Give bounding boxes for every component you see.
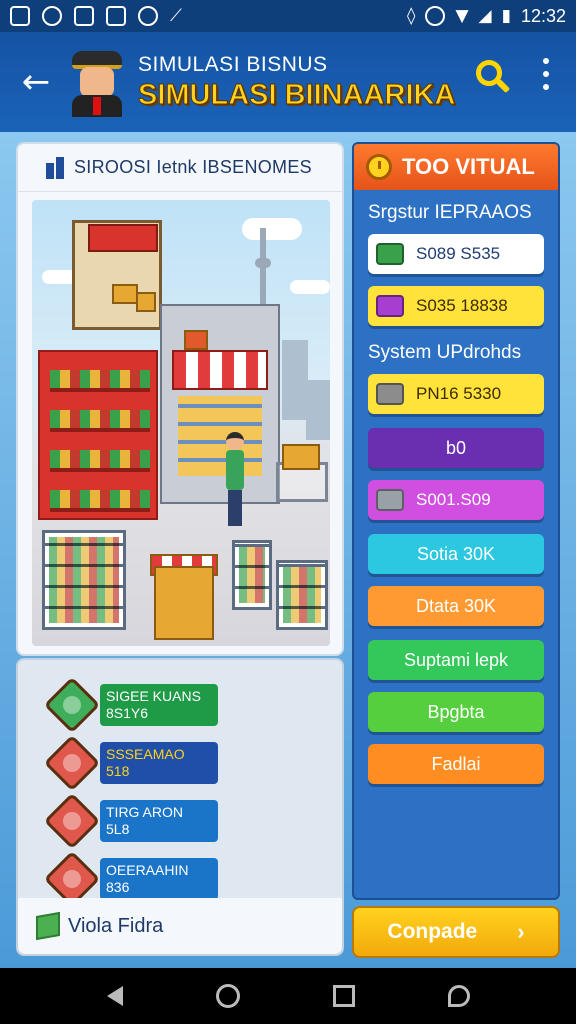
stat-item[interactable]: OEERAAHIN 836 bbox=[43, 850, 218, 908]
crate-icon bbox=[376, 383, 404, 405]
search-button[interactable] bbox=[468, 52, 510, 94]
scene-title: SIROOSI Ietnk IBSENOMES bbox=[74, 157, 312, 177]
status-bar: ⟋ ◊ ▼ ◢ ▮ 12:32 bbox=[0, 0, 576, 32]
stat-label: SIGEE KUANS 8S1Y6 bbox=[100, 684, 218, 726]
image-icon bbox=[106, 6, 126, 26]
upgrade-button-4[interactable]: Sotia 30K bbox=[368, 534, 544, 574]
upgrade-button-5[interactable]: Dtata 30K bbox=[368, 586, 544, 626]
sync-icon bbox=[42, 6, 62, 26]
search-icon bbox=[476, 60, 502, 86]
scene-header: SIROOSI Ietnk IBSENOMES bbox=[18, 144, 342, 192]
shop-awning bbox=[172, 350, 268, 390]
upgrade-button-3[interactable]: S001.S09 bbox=[368, 480, 544, 520]
option-button-1[interactable]: S089 S535 bbox=[368, 234, 544, 274]
stat-label: TIRG ARON 5L8 bbox=[100, 800, 218, 842]
scene-panel: SIROOSI Ietnk IBSENOMES bbox=[16, 142, 344, 656]
back-arrow-icon: ← bbox=[21, 62, 51, 102]
gem-icon bbox=[43, 734, 101, 792]
tools-title: TOO VITUAL bbox=[402, 154, 535, 179]
system-nav-bar bbox=[0, 968, 576, 1024]
compare-label: Conpade bbox=[387, 920, 478, 943]
nav-assist-icon[interactable] bbox=[447, 985, 470, 1007]
option-button-2[interactable]: S035 18838 bbox=[368, 286, 544, 326]
app-header: ← SIMULASI BISNUS SIMULASI BIINAARIKA bbox=[0, 32, 576, 132]
status-time: 12:32 bbox=[520, 5, 566, 26]
alarm-icon bbox=[425, 6, 446, 26]
wifi-icon: ▼ bbox=[455, 6, 469, 26]
pen-icon: ⟋ bbox=[170, 6, 182, 26]
box-icon bbox=[376, 295, 404, 317]
avatar bbox=[66, 47, 128, 117]
footer-label: Viola Fidra bbox=[68, 914, 164, 937]
more-vert-icon bbox=[543, 58, 549, 64]
cash-icon bbox=[376, 243, 404, 265]
store-illustration[interactable] bbox=[32, 200, 330, 646]
header-subtitle: SIMULASI BISNUS bbox=[138, 52, 328, 76]
header-title: SIMULASI BIINAARIKA bbox=[137, 78, 456, 111]
gem-icon bbox=[43, 676, 101, 734]
building-icon bbox=[44, 156, 66, 179]
back-button[interactable]: ← bbox=[10, 56, 62, 108]
stat-label: OEERAAHIN 836 bbox=[100, 858, 218, 900]
nav-recents-icon[interactable] bbox=[332, 985, 355, 1007]
tools-header: TOO VITUAL bbox=[354, 144, 558, 190]
footer-bar[interactable]: Viola Fidra bbox=[18, 898, 342, 954]
produce-rack bbox=[42, 530, 126, 630]
section-title: System UPdrohds bbox=[368, 342, 522, 363]
red-shelf bbox=[38, 350, 158, 520]
main-content: SIROOSI Ietnk IBSENOMES SIGEE KUANS 8S1Y… bbox=[0, 132, 576, 968]
machine-icon bbox=[376, 489, 404, 511]
gem-icon bbox=[43, 792, 101, 850]
stat-label: SSSEAMAO 518 bbox=[100, 742, 218, 784]
battery-icon: ▮ bbox=[501, 6, 511, 26]
vibrate-icon: ◊ bbox=[407, 6, 416, 26]
upgrade-button-6[interactable]: Suptami lepk bbox=[368, 640, 544, 680]
cube-icon bbox=[36, 911, 60, 941]
message-icon bbox=[74, 6, 94, 26]
compare-button[interactable]: Conpade › bbox=[352, 906, 560, 958]
stat-item[interactable]: TIRG ARON 5L8 bbox=[43, 792, 218, 850]
overflow-menu-button[interactable] bbox=[532, 54, 560, 94]
nav-home-icon[interactable] bbox=[215, 984, 240, 1008]
chevron-right-icon: › bbox=[517, 919, 525, 944]
stat-item[interactable]: SIGEE KUANS 8S1Y6 bbox=[43, 676, 218, 734]
kiosk-sign bbox=[88, 224, 158, 252]
clock-icon bbox=[366, 154, 392, 180]
stat-item[interactable]: SSSEAMAO 518 bbox=[43, 734, 218, 792]
tools-panel: TOO VITUAL Srgstur IEPRAAOS S089 S535 S0… bbox=[352, 142, 560, 900]
market-stall bbox=[154, 566, 214, 640]
section-title: Srgstur IEPRAAOS bbox=[368, 202, 532, 223]
signal-icon: ◢ bbox=[478, 6, 492, 26]
upgrade-button-2[interactable]: b0 bbox=[368, 428, 544, 468]
nav-back-icon[interactable] bbox=[106, 986, 123, 1006]
disc-icon bbox=[138, 6, 158, 26]
upgrade-button-8[interactable]: Fadlai bbox=[368, 744, 544, 784]
gallery-icon bbox=[10, 6, 30, 26]
upgrade-button-7[interactable]: Bpgbta bbox=[368, 692, 544, 732]
upgrade-button-1[interactable]: PN16 5330 bbox=[368, 374, 544, 414]
stats-panel: SIGEE KUANS 8S1Y6 SSSEAMAO 518 TIRG ARON 5L… bbox=[16, 658, 344, 956]
